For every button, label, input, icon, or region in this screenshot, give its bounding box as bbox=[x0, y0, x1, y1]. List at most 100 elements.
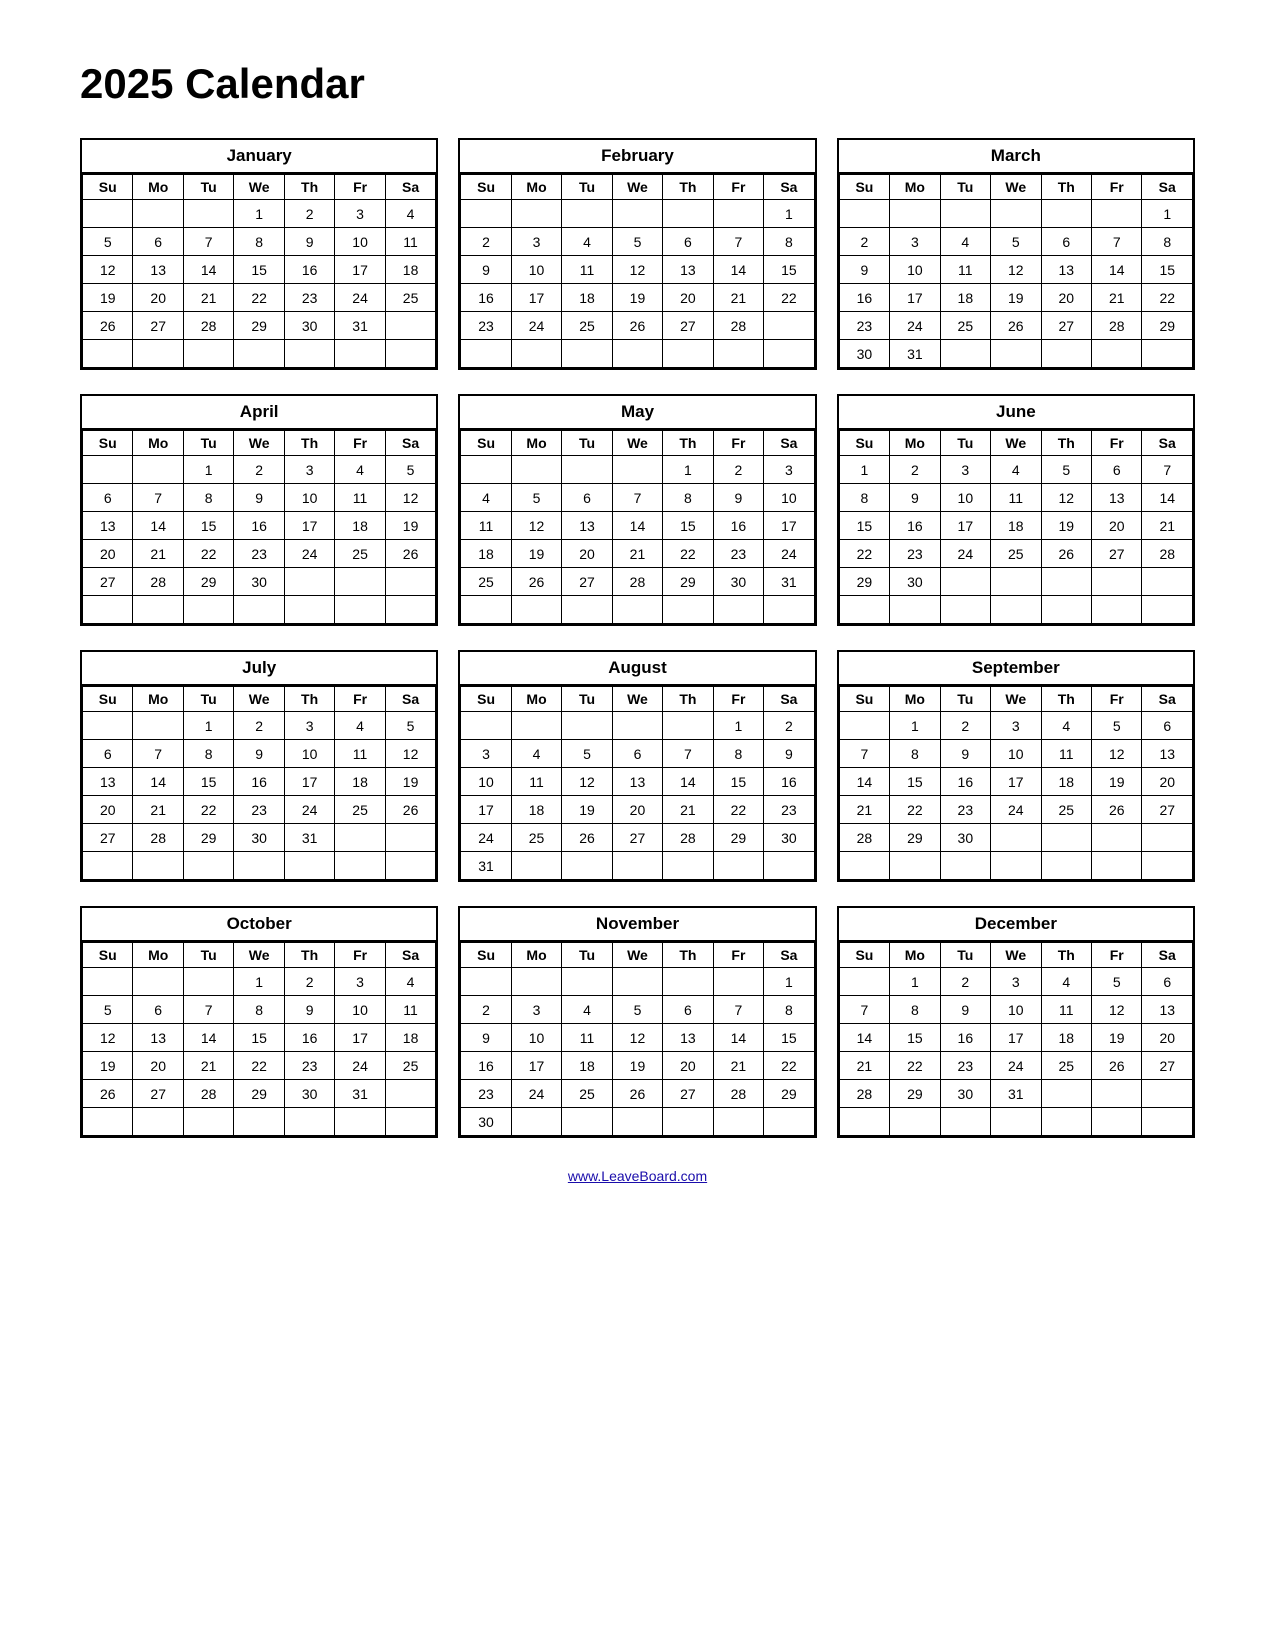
day-cell: 23 bbox=[940, 1052, 990, 1080]
day-cell: 18 bbox=[991, 512, 1041, 540]
day-cell bbox=[890, 200, 940, 228]
day-cell bbox=[133, 596, 183, 624]
table-row: 6789101112 bbox=[83, 740, 436, 768]
day-cell: 5 bbox=[612, 996, 662, 1024]
day-cell: 2 bbox=[940, 968, 990, 996]
day-cell bbox=[83, 340, 133, 368]
day-cell: 9 bbox=[461, 1024, 511, 1052]
day-cell: 29 bbox=[839, 568, 889, 596]
day-cell: 28 bbox=[839, 824, 889, 852]
day-cell bbox=[385, 824, 436, 852]
day-cell: 20 bbox=[133, 284, 183, 312]
day-cell bbox=[764, 596, 815, 624]
day-cell: 6 bbox=[1142, 712, 1193, 740]
table-row: 1 bbox=[839, 200, 1192, 228]
day-cell: 31 bbox=[991, 1080, 1041, 1108]
day-cell: 14 bbox=[183, 256, 233, 284]
day-header: Mo bbox=[133, 175, 183, 200]
month-may: MaySuMoTuWeThFrSa12345678910111213141516… bbox=[458, 394, 816, 626]
day-cell: 4 bbox=[940, 228, 990, 256]
day-cell: 20 bbox=[83, 796, 133, 824]
day-cell bbox=[940, 340, 990, 368]
day-cell: 13 bbox=[1142, 996, 1193, 1024]
day-cell: 4 bbox=[991, 456, 1041, 484]
day-cell: 22 bbox=[183, 540, 233, 568]
day-cell: 1 bbox=[1142, 200, 1193, 228]
day-cell: 10 bbox=[284, 740, 334, 768]
day-header: We bbox=[612, 943, 662, 968]
table-row: 24252627282930 bbox=[461, 824, 814, 852]
day-cell: 19 bbox=[1092, 768, 1142, 796]
day-cell: 8 bbox=[183, 740, 233, 768]
day-cell: 22 bbox=[764, 284, 815, 312]
day-cell: 17 bbox=[991, 768, 1041, 796]
day-cell: 26 bbox=[1092, 796, 1142, 824]
day-cell bbox=[940, 200, 990, 228]
day-cell: 6 bbox=[133, 996, 183, 1024]
month-title: March bbox=[839, 140, 1193, 174]
day-cell: 19 bbox=[385, 512, 436, 540]
day-cell: 6 bbox=[1142, 968, 1193, 996]
day-cell bbox=[133, 1108, 183, 1136]
table-row: 1234 bbox=[83, 200, 436, 228]
day-cell: 12 bbox=[1092, 996, 1142, 1024]
month-june: JuneSuMoTuWeThFrSa1234567891011121314151… bbox=[837, 394, 1195, 626]
day-cell: 12 bbox=[1041, 484, 1091, 512]
day-cell: 6 bbox=[612, 740, 662, 768]
day-cell bbox=[335, 824, 385, 852]
day-cell: 20 bbox=[83, 540, 133, 568]
day-cell bbox=[83, 596, 133, 624]
day-cell: 14 bbox=[1142, 484, 1193, 512]
footer-link[interactable]: www.LeaveBoard.com bbox=[80, 1168, 1195, 1184]
day-cell: 3 bbox=[511, 228, 561, 256]
day-cell bbox=[764, 852, 815, 880]
day-cell: 25 bbox=[335, 540, 385, 568]
table-row bbox=[839, 1108, 1192, 1136]
table-row: 12 bbox=[461, 712, 814, 740]
day-cell bbox=[562, 340, 612, 368]
day-cell: 28 bbox=[183, 312, 233, 340]
day-cell: 19 bbox=[1041, 512, 1091, 540]
day-cell bbox=[83, 852, 133, 880]
day-cell: 9 bbox=[234, 484, 284, 512]
day-cell: 10 bbox=[511, 1024, 561, 1052]
day-header: Fr bbox=[335, 175, 385, 200]
day-cell: 27 bbox=[133, 1080, 183, 1108]
table-row: 232425262728 bbox=[461, 312, 814, 340]
day-cell: 8 bbox=[890, 996, 940, 1024]
day-cell: 27 bbox=[612, 824, 662, 852]
table-row: 891011121314 bbox=[839, 484, 1192, 512]
day-cell: 20 bbox=[663, 1052, 713, 1080]
day-header: Su bbox=[461, 175, 511, 200]
day-cell: 11 bbox=[940, 256, 990, 284]
day-cell bbox=[461, 340, 511, 368]
page-title: 2025 Calendar bbox=[80, 60, 1195, 108]
day-cell bbox=[991, 340, 1041, 368]
day-cell bbox=[511, 852, 561, 880]
day-cell: 6 bbox=[562, 484, 612, 512]
day-cell bbox=[461, 596, 511, 624]
day-cell: 7 bbox=[1142, 456, 1193, 484]
day-cell bbox=[511, 968, 561, 996]
day-header: Su bbox=[839, 431, 889, 456]
month-title: May bbox=[460, 396, 814, 430]
day-cell: 28 bbox=[839, 1080, 889, 1108]
day-cell: 31 bbox=[335, 312, 385, 340]
day-cell: 1 bbox=[713, 712, 763, 740]
day-cell bbox=[385, 596, 436, 624]
day-cell bbox=[284, 568, 334, 596]
table-row bbox=[83, 596, 436, 624]
day-cell: 23 bbox=[890, 540, 940, 568]
day-cell bbox=[1142, 340, 1193, 368]
day-header: Mo bbox=[511, 175, 561, 200]
table-row: 1234567 bbox=[839, 456, 1192, 484]
day-cell bbox=[1041, 568, 1091, 596]
day-header: We bbox=[234, 175, 284, 200]
day-cell: 13 bbox=[663, 1024, 713, 1052]
day-cell bbox=[1041, 340, 1091, 368]
day-cell: 1 bbox=[183, 712, 233, 740]
day-cell: 4 bbox=[1041, 712, 1091, 740]
day-cell: 13 bbox=[1142, 740, 1193, 768]
day-cell bbox=[612, 596, 662, 624]
day-header: Su bbox=[83, 431, 133, 456]
